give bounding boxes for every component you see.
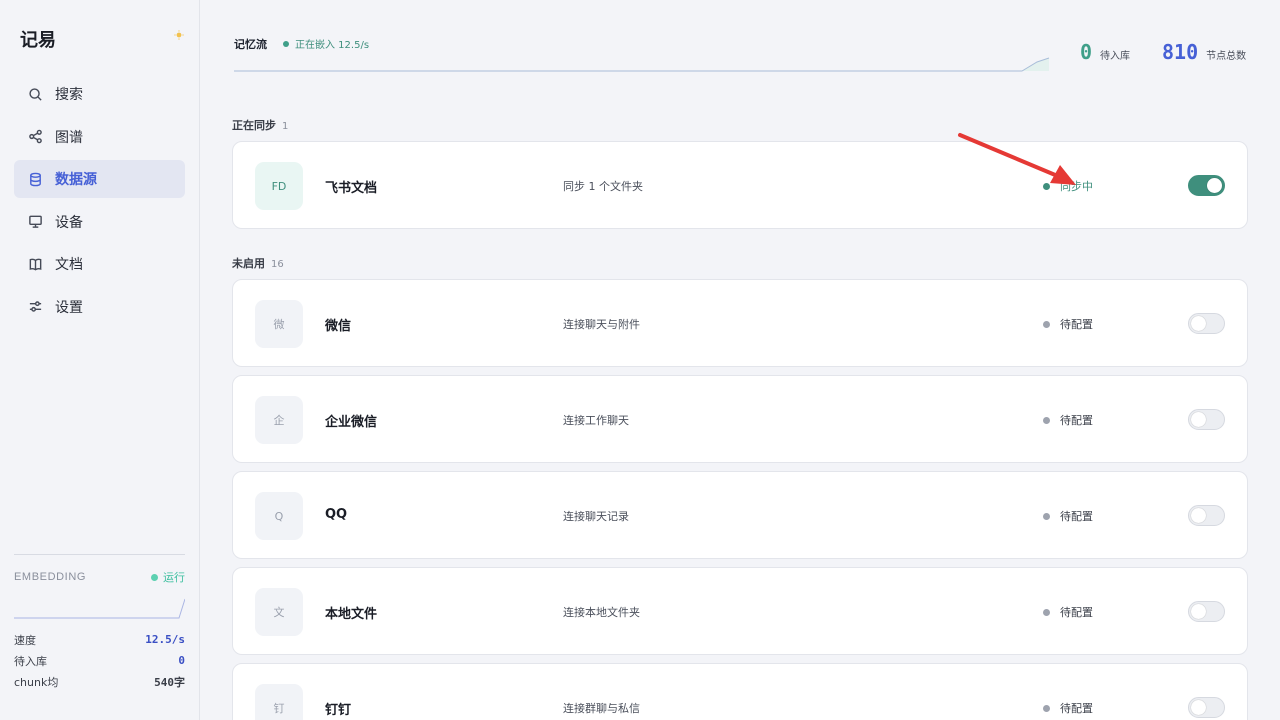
toggle-knob <box>1191 412 1206 427</box>
section-syncing: 正在同步 1 <box>232 119 289 132</box>
stat-row-chunk: chunk均 540字 <box>14 675 185 689</box>
database-icon <box>30 172 41 186</box>
status-dot-icon <box>1043 320 1050 328</box>
pending-count: 0 <box>1080 40 1093 64</box>
monitor-icon <box>29 215 42 228</box>
source-card-local-files[interactable]: 文 本地文件 连接本地文件夹 待配置 <box>232 567 1248 655</box>
embedding-stats: 速度 12.5/s 待入库 0 chunk均 540字 <box>14 629 185 692</box>
source-card-wecom[interactable]: 企 企业微信 连接工作聊天 待配置 <box>232 375 1248 463</box>
sidebar-item-settings[interactable]: 设置 <box>14 288 185 326</box>
book-icon <box>29 258 42 271</box>
nodes-metric: 810 节点总数 <box>1162 40 1246 64</box>
sidebar-item-graph[interactable]: 图谱 <box>14 118 185 156</box>
source-card-dingtalk[interactable]: 钉 钉钉 连接群聊与私信 待配置 <box>232 663 1248 720</box>
sidebar-nav: 搜索 图谱 数据源 设备 文档 设置 <box>14 75 185 330</box>
section-disabled: 未启用 16 <box>232 257 284 270</box>
app-brand: 记易 <box>20 30 56 51</box>
status-dot-icon <box>151 573 158 581</box>
memory-flow-title: 记忆流 <box>234 38 267 51</box>
memory-flow-sparkline <box>234 57 1050 72</box>
pending-label: 待入库 <box>1100 51 1131 62</box>
source-desc: 连接群聊与私信 <box>563 702 640 715</box>
sliders-icon <box>29 301 42 312</box>
search-icon <box>29 87 42 101</box>
source-name: 钉钉 <box>325 703 352 718</box>
sidebar-item-datasource[interactable]: 数据源 <box>14 160 185 198</box>
source-name: 微信 <box>325 319 352 334</box>
sun-icon[interactable] <box>174 30 184 40</box>
status-dot-icon <box>1043 512 1050 520</box>
sidebar-item-docs[interactable]: 文档 <box>14 245 185 283</box>
source-status: 同步中 <box>1043 178 1093 194</box>
stat-row-pending: 待入库 0 <box>14 654 185 668</box>
embedding-status: 运行 <box>151 569 185 585</box>
source-status: 待配置 <box>1043 412 1093 428</box>
status-dot-icon <box>283 40 289 47</box>
source-desc: 同步 1 个文件夹 <box>563 180 643 193</box>
toggle-knob <box>1191 604 1206 619</box>
source-badge: 企 <box>255 396 303 444</box>
source-toggle[interactable] <box>1188 697 1225 718</box>
nodes-count: 810 <box>1162 40 1199 64</box>
source-card-wechat[interactable]: 微 微信 连接聊天与附件 待配置 <box>232 279 1248 367</box>
toggle-knob <box>1191 508 1206 523</box>
sidebar-item-label: 设备 <box>55 214 83 231</box>
source-name: QQ <box>325 507 348 522</box>
source-badge: 微 <box>255 300 303 348</box>
status-dot-icon <box>1043 416 1050 424</box>
share-graph-icon <box>29 129 42 144</box>
embedding-panel: EMBEDDING 运行 速度 12.5/s 待入库 0 chunk均 540字 <box>14 554 185 692</box>
source-card-qq[interactable]: Q QQ 连接聊天记录 待配置 <box>232 471 1248 559</box>
source-desc: 连接工作聊天 <box>563 414 629 427</box>
source-badge: 钉 <box>255 684 303 720</box>
sidebar-item-label: 文档 <box>55 257 83 273</box>
sidebar-item-label: 数据源 <box>55 172 97 188</box>
source-status: 待配置 <box>1043 604 1093 620</box>
source-badge: FD <box>255 162 303 210</box>
toggle-knob <box>1207 178 1222 193</box>
source-toggle[interactable] <box>1188 505 1225 526</box>
status-dot-icon <box>1043 704 1050 712</box>
source-badge: Q <box>255 492 303 540</box>
source-toggle[interactable] <box>1188 601 1225 622</box>
status-dot-icon <box>1043 608 1050 616</box>
source-toggle[interactable] <box>1188 175 1225 196</box>
sidebar-item-label: 图谱 <box>55 129 83 146</box>
source-desc: 连接聊天与附件 <box>563 318 640 331</box>
source-status: 待配置 <box>1043 508 1093 524</box>
source-card-feishu[interactable]: FD 飞书文档 同步 1 个文件夹 同步中 <box>232 141 1248 229</box>
sidebar-item-label: 设置 <box>55 299 83 316</box>
sidebar-item-search[interactable]: 搜索 <box>14 75 185 113</box>
source-desc: 连接聊天记录 <box>563 510 629 523</box>
source-status: 待配置 <box>1043 700 1093 716</box>
embedding-sparkline <box>14 598 185 619</box>
source-name: 企业微信 <box>325 415 378 430</box>
sidebar-item-label: 搜索 <box>55 87 83 103</box>
source-desc: 连接本地文件夹 <box>563 606 640 619</box>
stat-row-speed: 速度 12.5/s <box>14 633 185 647</box>
status-dot-icon <box>1043 182 1050 190</box>
source-name: 飞书文档 <box>325 181 378 196</box>
embedding-title: EMBEDDING <box>14 571 87 583</box>
source-badge: 文 <box>255 588 303 636</box>
source-status: 待配置 <box>1043 316 1093 332</box>
nodes-label: 节点总数 <box>1206 51 1247 62</box>
toggle-knob <box>1191 316 1206 331</box>
main-content: 记忆流 正在嵌入 12.5/s 0 待入库 810 节点总数 正在同步 1 FD … <box>200 0 1280 720</box>
sidebar: 记易 搜索 图谱 数据源 设备 文档 设置 EMBEDDING 运行 速度 12… <box>0 0 200 720</box>
memory-flow-status: 正在嵌入 12.5/s <box>283 36 369 51</box>
toggle-knob <box>1191 700 1206 715</box>
sidebar-item-devices[interactable]: 设备 <box>14 203 185 241</box>
source-toggle[interactable] <box>1188 313 1225 334</box>
source-name: 本地文件 <box>325 607 378 622</box>
pending-metric: 0 待入库 <box>1080 40 1130 64</box>
source-toggle[interactable] <box>1188 409 1225 430</box>
